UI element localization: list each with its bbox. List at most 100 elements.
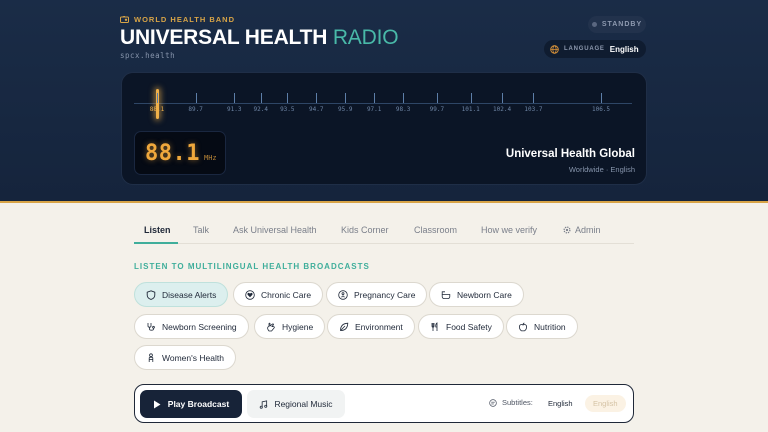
page-title: UNIVERSAL HEALTH RADIO (120, 26, 399, 50)
page-title-main: UNIVERSAL HEALTH (120, 26, 328, 49)
chip-label: Newborn Care (457, 289, 512, 300)
frequency-display: 88.1 MHz (134, 131, 226, 175)
tab-label: Classroom (414, 225, 458, 235)
category-chronic-care[interactable]: Chronic Care (233, 282, 324, 307)
dial-tick-label: 102.4 (493, 106, 512, 113)
category-hygiene[interactable]: Hygiene (254, 314, 326, 339)
status-dot-icon (591, 22, 597, 27)
play-broadcast-button[interactable]: Play Broadcast (140, 390, 242, 418)
header-panel: WORLD HEALTH BAND UNIVERSAL HEALTH RADIO… (0, 0, 768, 203)
dial-tick-label: 94.7 (309, 106, 324, 113)
stethoscope-icon (147, 322, 155, 331)
dial-tick[interactable] (436, 93, 438, 103)
category-disease-alerts[interactable]: Disease Alerts (134, 282, 229, 307)
section-label: LISTEN TO MULTILINGUAL HEALTH BROADCASTS (134, 262, 370, 271)
shield-icon (146, 289, 156, 300)
station-detail: Worldwide · English (568, 165, 635, 174)
dial-tick[interactable] (403, 93, 405, 103)
globe-icon (550, 44, 559, 54)
person-icon (148, 352, 154, 362)
apple-icon (518, 322, 528, 331)
subtitles-label: Subtitles: (489, 398, 533, 407)
station-info: Universal Health Global Worldwide · Engl… (506, 148, 635, 174)
subtitle-language-primary[interactable]: English (540, 395, 581, 412)
dial-tick[interactable] (502, 93, 504, 103)
dial-tick[interactable] (234, 93, 236, 103)
music-note-icon (260, 399, 268, 409)
dial-tick[interactable] (195, 93, 197, 103)
frequency-unit: MHz (203, 154, 217, 162)
chip-label: Newborn Screening (162, 321, 237, 332)
radio-panel: 88.1 89.7 91.3 92.4 93.5 94.7 95.9 97.1 98.3 99.7… (121, 72, 647, 185)
category-nutrition[interactable]: Nutrition (506, 314, 578, 339)
dial-tick-label: 89.7 (188, 106, 203, 113)
chip-label: Environment (355, 321, 403, 332)
dial-tick-label: 93.5 (280, 106, 295, 113)
utensils-icon (431, 321, 438, 331)
dial-tick[interactable] (601, 93, 602, 103)
dial-tick-label: 92.4 (253, 106, 268, 113)
dial-tick[interactable] (345, 93, 347, 103)
dial-tick-label: 97.1 (366, 106, 382, 113)
category-food-safety[interactable]: Food Safety (418, 314, 504, 339)
site-domain: spcx.health (120, 51, 176, 60)
leaf-icon (340, 322, 349, 331)
dial-tick-label: 106.5 (591, 106, 611, 113)
category-womens-health[interactable]: Women's Health (134, 345, 236, 370)
chip-label: Chronic Care (261, 289, 312, 300)
chip-label: Disease Alerts (162, 289, 217, 300)
play-broadcast-label: Play Broadcast (167, 399, 230, 409)
subtitles-icon (489, 398, 497, 407)
dial-tick-label: 103.7 (524, 106, 543, 113)
status-badge-label: STANDBY (601, 21, 643, 28)
tab-label: Admin (575, 225, 601, 235)
tab-label: Kids Corner (341, 225, 389, 235)
dial-tick[interactable] (260, 93, 262, 103)
category-pregnancy-care[interactable]: Pregnancy Care (326, 282, 428, 307)
dial-tick[interactable] (316, 93, 318, 103)
dial-tick-label: 101.1 (461, 106, 480, 113)
tab-active-indicator (134, 242, 178, 244)
cradle-icon (441, 290, 451, 299)
tab-listen[interactable]: Listen (144, 225, 171, 235)
dial-tick[interactable] (533, 93, 535, 103)
tab-label: How we verify (481, 225, 538, 235)
dial-tick-label: 88.1 (149, 106, 165, 113)
chip-label: Nutrition (534, 321, 566, 332)
regional-music-button[interactable]: Regional Music (247, 390, 345, 418)
subtitle-language-secondary[interactable]: English (585, 395, 626, 412)
dial-tick-label: 91.3 (226, 106, 242, 113)
category-newborn-screening[interactable]: Newborn Screening (134, 314, 249, 339)
chip-label: Women's Health (162, 352, 224, 363)
tab-how-we-verify[interactable]: How we verify (481, 225, 537, 235)
language-value: English (609, 44, 639, 54)
language-selector[interactable]: LANGUAGE English (544, 40, 646, 58)
tab-talk[interactable]: Talk (193, 225, 209, 235)
chip-label: Pregnancy Care (354, 289, 416, 300)
dial-tick[interactable] (374, 93, 376, 103)
status-badge: STANDBY (588, 16, 646, 33)
dial-tick[interactable] (157, 93, 158, 103)
tab-kids-corner[interactable]: Kids Corner (341, 225, 389, 235)
dial-tick-label: 98.3 (395, 106, 411, 113)
tab-admin[interactable]: Admin (563, 225, 601, 235)
band-label-text: WORLD HEALTH BAND (134, 15, 236, 24)
chip-label: Food Safety (446, 321, 492, 332)
category-newborn-care[interactable]: Newborn Care (429, 282, 524, 307)
subtitles-label-text: Subtitles: (502, 398, 533, 407)
hand-icon (267, 322, 275, 331)
page-title-accent: RADIO (332, 26, 399, 49)
dial-tick[interactable] (287, 93, 289, 103)
dial-line (134, 103, 632, 104)
tab-ask-universal-health[interactable]: Ask Universal Health (233, 225, 317, 235)
regional-music-label: Regional Music (274, 399, 333, 409)
language-label: LANGUAGE (564, 46, 605, 52)
radio-icon (120, 16, 129, 23)
dial-tick[interactable] (470, 93, 472, 103)
main-tabs: Listen Talk Ask Universal Health Kids Co… (134, 219, 634, 244)
broadcast-player: Play Broadcast Regional Music Subtitles:… (134, 384, 634, 423)
frequency-dial[interactable]: 88.1 89.7 91.3 92.4 93.5 94.7 95.9 97.1 98.3 99.7… (130, 87, 636, 121)
tab-classroom[interactable]: Classroom (414, 225, 457, 235)
baby-icon (338, 289, 348, 300)
category-environment[interactable]: Environment (327, 314, 415, 339)
